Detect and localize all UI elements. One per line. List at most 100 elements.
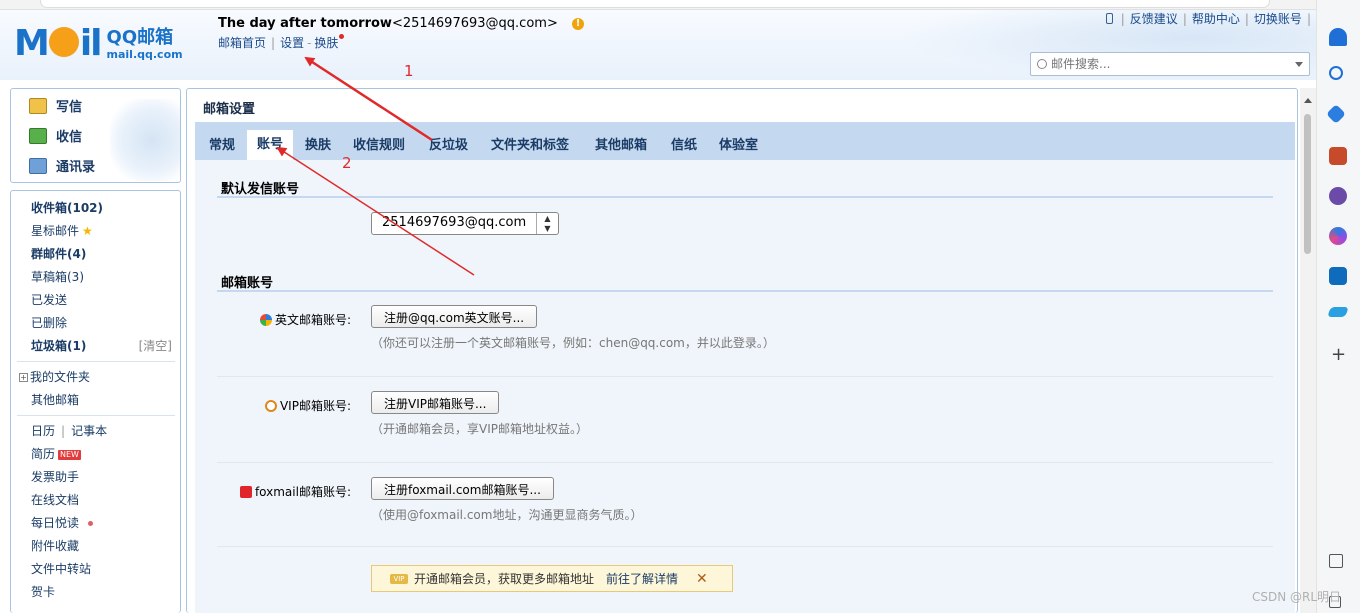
folder-inbox[interactable]: 收件箱(102) [31,199,103,216]
other-mailbox[interactable]: 其他邮箱 [31,391,79,408]
folder-starred[interactable]: 星标邮件 ★ [31,222,93,239]
nav-skin-link[interactable]: 换肤 [314,36,338,50]
close-icon[interactable]: ✕ [696,571,708,587]
bell-icon[interactable] [1329,28,1347,46]
user-info: The day after tomorrow<2514697693@qq.com… [218,16,584,31]
scroll-up-icon[interactable] [1304,98,1312,103]
penguin-decoration [110,99,180,181]
foxmail-icon [239,485,252,498]
foxmail-account-hint: （使用@foxmail.com地址，沟通更显商务气质。） [371,508,643,522]
online-docs[interactable]: 在线文档 [31,491,79,508]
folder-sent[interactable]: 已发送 [31,291,67,308]
register-english-account-button[interactable]: 注册@qq.com英文账号... [371,305,538,328]
notes-link[interactable]: 记事本 [71,424,107,438]
vip-icon: VIP [390,573,408,584]
warning-icon[interactable]: ! [571,17,584,30]
nav-home-link[interactable]: 邮箱首页 [218,36,266,50]
tab-stationery[interactable]: 信纸 [671,134,697,153]
section-divider [217,290,1273,292]
help-link[interactable]: 帮助中心 [1192,10,1240,27]
folder-list: 收件箱(102) 星标邮件 ★ 群邮件(4) 草稿箱(3) 已发送 已删除 垃圾箱… [10,190,181,613]
english-account-label: 英文邮箱账号: [187,311,351,328]
tab-other-mailbox[interactable]: 其他邮箱 [595,134,647,153]
compose-button[interactable]: 写信 [29,96,82,115]
tab-anti-spam[interactable]: 反垃圾 [429,134,468,153]
settings-panel: 邮箱设置 常规 账号 换肤 收信规则 反垃圾 文件夹和标签 其他邮箱 信纸 体验… [186,88,1298,613]
add-icon[interactable]: + [1331,344,1346,365]
send-icon[interactable] [1327,307,1349,317]
divider [17,415,175,416]
address-bar[interactable] [40,0,1270,8]
qq-globe-icon [259,313,272,326]
daily-reading[interactable]: 每日悦读 [31,514,94,531]
download-icon [29,127,47,144]
foxmail-account-label: foxmail邮箱账号: [187,483,351,500]
at-sign-icon [264,399,277,412]
my-folders[interactable]: + 我的文件夹 [19,368,90,385]
tab-lab[interactable]: 体验室 [719,134,758,153]
divider [17,361,175,362]
tab-skin[interactable]: 换肤 [305,134,331,153]
vip-details-link[interactable]: 前往了解详情 [606,570,678,587]
search-icon[interactable] [1329,66,1343,80]
page-title: 邮箱设置 [203,102,256,117]
attachment-favorites[interactable]: 附件收藏 [31,537,79,554]
tab-general[interactable]: 常规 [209,134,235,153]
logo-mark: Mil [14,23,103,64]
mail-search[interactable] [1030,52,1310,76]
vip-account-label: VIP邮箱账号: [187,397,351,414]
section-divider [217,196,1273,198]
tab-account[interactable]: 账号 [247,130,294,160]
vip-promo-text: 开通邮箱会员，获取更多邮箱地址 [414,572,595,586]
folder-deleted[interactable]: 已删除 [31,314,67,331]
top-links: | 反馈建议| 帮助中心| 切换账号| 退出 [1105,10,1340,27]
scroll-thumb[interactable] [1304,114,1311,254]
settings-tabs: 常规 账号 换肤 收信规则 反垃圾 文件夹和标签 其他邮箱 信纸 体验室 [195,122,1295,160]
contacts-button[interactable]: 通讯录 [29,156,95,175]
resume-link[interactable]: 简历 NEW [31,445,81,462]
phone-icon[interactable] [1105,13,1113,24]
invoice-assistant[interactable]: 发票助手 [31,468,79,485]
folder-group[interactable]: 群邮件(4) [31,245,86,262]
greeting-cards[interactable]: 贺卡 [31,583,55,600]
calendar-link[interactable]: 日历 [31,424,55,438]
nav-settings-link[interactable]: 设置 [280,36,304,50]
empty-spam-button[interactable]: [清空] [139,337,172,354]
copilot-icon[interactable] [1329,227,1347,245]
switch-account-link[interactable]: 切换账号 [1254,10,1302,27]
screenshot-icon[interactable] [1329,554,1343,568]
register-foxmail-account-button[interactable]: 注册foxmail.com邮箱账号... [371,477,554,500]
row-divider [217,462,1273,463]
file-transfer[interactable]: 文件中转站 [31,560,91,577]
accounts-heading: 邮箱账号 [221,276,274,291]
chevron-down-icon[interactable] [1295,61,1303,67]
logo-title: QQ邮箱 [106,26,174,48]
vertical-scrollbar[interactable] [1300,88,1316,613]
receive-button[interactable]: 收信 [29,126,82,145]
calendar-notes: 日历 | 记事本 [31,424,108,438]
search-icon [1037,59,1047,69]
folder-spam[interactable]: 垃圾箱(1) [31,337,86,354]
games-icon[interactable] [1329,187,1347,205]
tab-receive-rules[interactable]: 收信规则 [353,134,405,153]
search-input[interactable] [1051,57,1295,71]
user-name: The day after tomorrow [218,16,392,31]
expand-icon[interactable]: + [19,373,28,382]
folder-drafts[interactable]: 草稿箱(3) [31,268,84,285]
tab-folders-labels[interactable]: 文件夹和标签 [491,134,569,153]
new-badge: NEW [58,449,81,460]
toolbox-icon[interactable] [1329,147,1347,165]
star-icon: ★ [82,224,93,238]
row-divider [217,546,1273,547]
tag-icon[interactable] [1326,104,1346,124]
register-vip-account-button[interactable]: 注册VIP邮箱账号... [371,391,500,414]
notification-dot [339,34,345,39]
unread-dot [88,521,94,526]
default-sender-select[interactable]: 2514697693@qq.com ▲ ▼ [371,212,559,235]
browser-sidebar: + [1316,0,1360,613]
qq-mail-logo[interactable]: Mil QQ邮箱 mail.qq.com [14,26,183,62]
user-email: <2514697693@qq.com> [391,16,558,31]
outlook-icon[interactable] [1329,267,1347,285]
pencil-icon [29,97,47,114]
feedback-link[interactable]: 反馈建议 [1130,10,1178,27]
